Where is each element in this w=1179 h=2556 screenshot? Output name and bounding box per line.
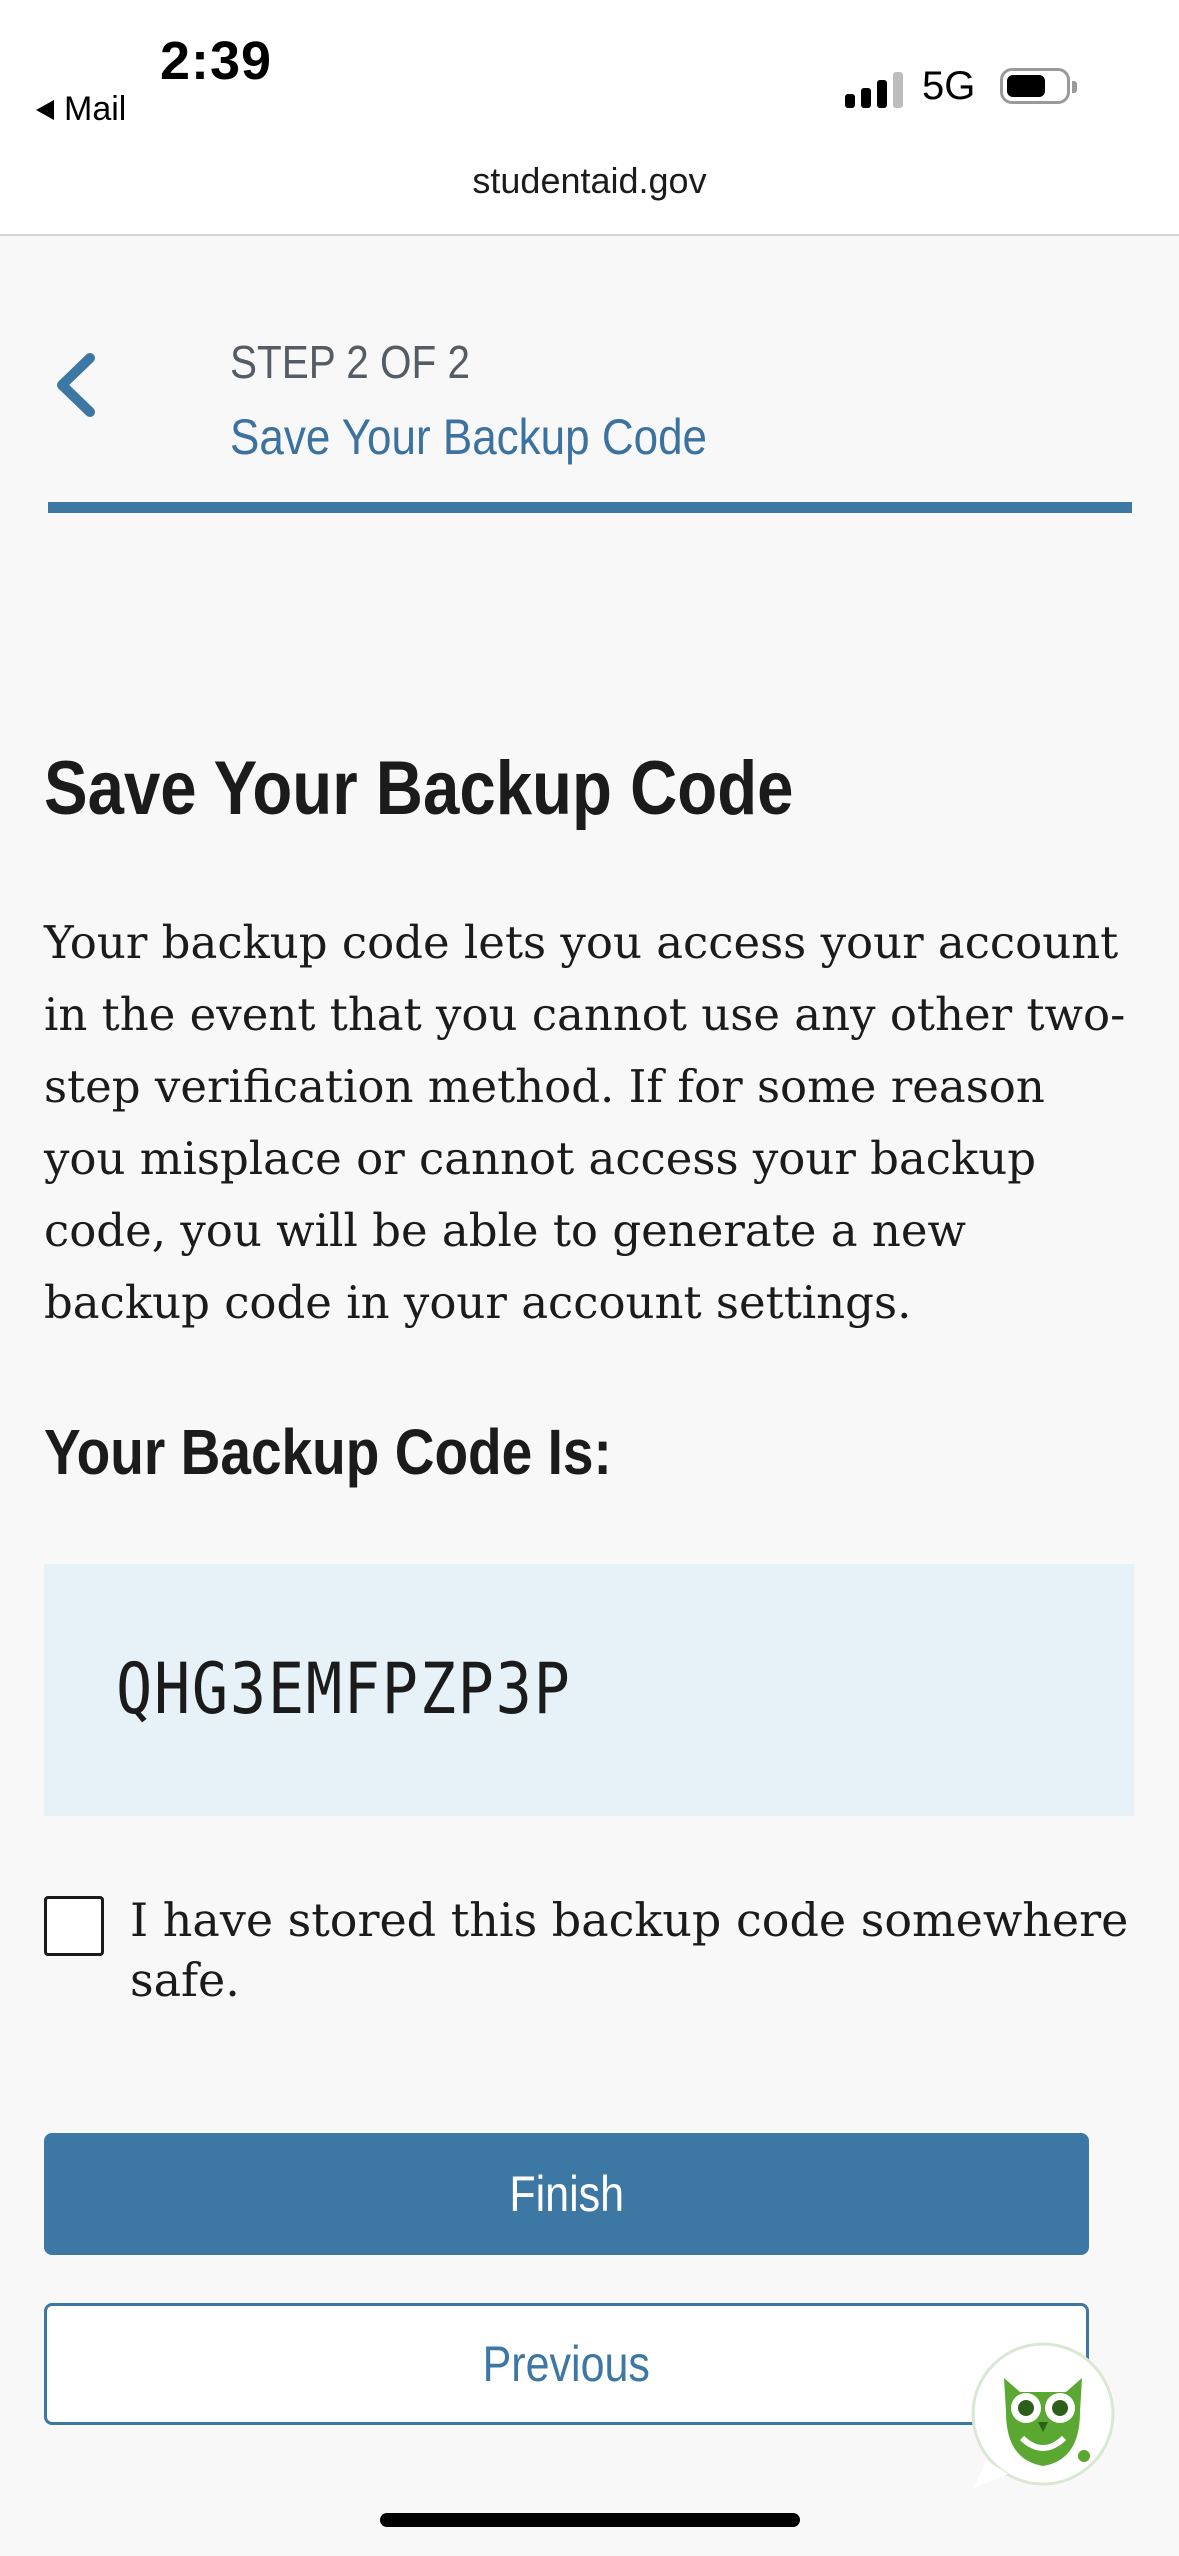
battery-icon xyxy=(1000,68,1077,104)
finish-button-label: Finish xyxy=(509,2166,624,2222)
back-app-label: Mail xyxy=(64,90,127,128)
page-title: Save Your Backup Code xyxy=(44,746,794,831)
stored-code-checkbox-label[interactable]: I have stored this backup code somewhere… xyxy=(130,1890,1140,2010)
owl-chat-icon[interactable] xyxy=(968,2342,1118,2492)
back-triangle-icon xyxy=(36,99,54,120)
status-bar: 2:39 Mail 5G studentaid.gov xyxy=(0,0,1179,236)
step-title: Save Your Backup Code xyxy=(230,409,708,465)
step-indicator: STEP 2 OF 2 xyxy=(230,336,470,388)
backup-code-box: QHG3EMFPZP3P xyxy=(44,1564,1134,1816)
back-to-app-link[interactable]: Mail xyxy=(36,90,126,129)
home-indicator xyxy=(380,2513,800,2527)
backup-code-value: QHG3EMFPZP3P xyxy=(116,1648,572,1730)
previous-button[interactable]: Previous xyxy=(44,2303,1089,2425)
backup-code-heading: Your Backup Code Is: xyxy=(44,1416,612,1488)
chevron-left-icon[interactable] xyxy=(50,350,110,420)
previous-button-label: Previous xyxy=(482,2336,651,2392)
stored-code-checkbox[interactable] xyxy=(44,1896,104,1956)
network-type: 5G xyxy=(922,64,976,108)
signal-bars-icon xyxy=(845,70,905,108)
address-bar-url[interactable]: studentaid.gov xyxy=(0,160,1179,202)
status-time: 2:39 xyxy=(160,31,273,91)
step-progress-bar xyxy=(48,502,1132,513)
finish-button[interactable]: Finish xyxy=(44,2133,1089,2255)
backup-code-description: Your backup code lets you access your ac… xyxy=(44,916,1126,1329)
